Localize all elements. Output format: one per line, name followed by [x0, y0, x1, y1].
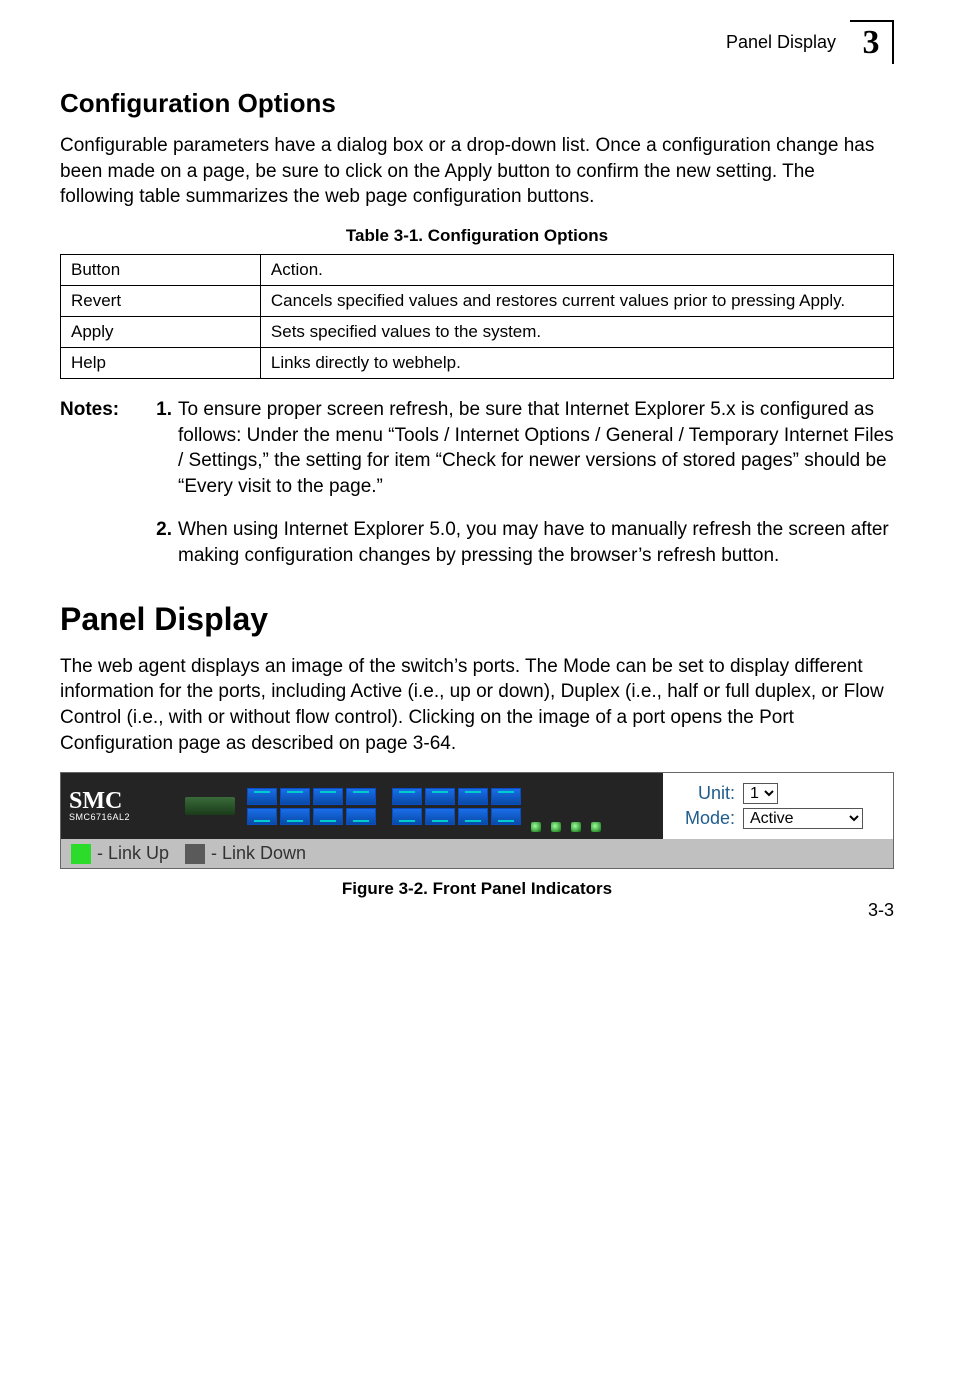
link-down-swatch-icon: [185, 844, 205, 864]
table-cell: Help: [61, 347, 261, 378]
legend-link-down: - Link Down: [185, 843, 306, 864]
port-area: [243, 773, 663, 839]
smc-logo: SMC: [69, 791, 181, 813]
configuration-options-heading: Configuration Options: [60, 88, 894, 119]
table-cell: Action.: [260, 254, 893, 285]
table-cell: Cancels specified values and restores cu…: [260, 285, 893, 316]
port-icon[interactable]: [458, 788, 488, 805]
notes-block: Notes: 1. To ensure proper screen refres…: [60, 397, 894, 569]
table-row: Apply Sets specified values to the syste…: [61, 316, 894, 347]
chapter-number-icon: 3: [850, 20, 894, 64]
notes-text: When using Internet Explorer 5.0, you ma…: [178, 517, 894, 568]
mode-row: Mode: Active: [679, 808, 885, 829]
table-cell: Links directly to webhelp.: [260, 347, 893, 378]
page-header: Panel Display 3: [60, 20, 894, 64]
port-icon[interactable]: [247, 808, 277, 825]
figure-caption: Figure 3-2. Front Panel Indicators: [60, 879, 894, 899]
notes-label: Notes:: [60, 397, 138, 500]
port-icon[interactable]: [313, 788, 343, 805]
port-icon[interactable]: [425, 808, 455, 825]
port-icon[interactable]: [346, 788, 376, 805]
link-up-swatch-icon: [71, 844, 91, 864]
table-caption: Table 3-1. Configuration Options: [60, 226, 894, 246]
port-icon[interactable]: [458, 808, 488, 825]
port-icon[interactable]: [247, 788, 277, 805]
unit-row: Unit: 1: [679, 783, 885, 804]
legend-link-up: - Link Up: [71, 843, 169, 864]
unit-select[interactable]: 1: [743, 783, 778, 804]
legend-link-up-label: - Link Up: [97, 843, 169, 864]
table-row: Help Links directly to webhelp.: [61, 347, 894, 378]
smc-model-label: SMC6716AL2: [69, 812, 181, 822]
table-cell: Sets specified values to the system.: [260, 316, 893, 347]
configuration-options-intro: Configurable parameters have a dialog bo…: [60, 133, 894, 210]
status-led-icon: [571, 822, 581, 832]
table-row: Button Action.: [61, 254, 894, 285]
table-cell: Apply: [61, 316, 261, 347]
port-icon[interactable]: [392, 788, 422, 805]
port-icon[interactable]: [425, 788, 455, 805]
table-cell: Button: [61, 254, 261, 285]
table-row: Revert Cancels specified values and rest…: [61, 285, 894, 316]
notes-text: To ensure proper screen refresh, be sure…: [178, 397, 894, 500]
table-cell: Revert: [61, 285, 261, 316]
port-group: [247, 788, 376, 825]
unit-label: Unit:: [679, 783, 735, 804]
notes-number: 2.: [144, 517, 172, 568]
status-led-icon: [591, 822, 601, 832]
port-icon[interactable]: [491, 808, 521, 825]
legend-link-down-label: - Link Down: [211, 843, 306, 864]
front-panel-graphic: SMC SMC6716AL2: [60, 772, 894, 869]
mode-label: Mode:: [679, 808, 735, 829]
port-group: [392, 788, 521, 825]
header-label: Panel Display: [726, 32, 836, 53]
port-icon[interactable]: [280, 788, 310, 805]
status-led-icon: [531, 822, 541, 832]
port-icon[interactable]: [392, 808, 422, 825]
notes-number: 1.: [144, 397, 172, 500]
expansion-slot-icon: [185, 797, 235, 815]
panel-legend: - Link Up - Link Down: [61, 839, 893, 868]
status-led-strip: [531, 822, 601, 832]
page-number: 3-3: [868, 900, 894, 921]
panel-controls: Unit: 1 Mode: Active: [663, 773, 893, 839]
port-icon[interactable]: [280, 808, 310, 825]
port-icon[interactable]: [491, 788, 521, 805]
panel-logo-area: SMC SMC6716AL2: [61, 773, 181, 839]
panel-display-heading: Panel Display: [60, 601, 894, 638]
panel-body: SMC SMC6716AL2: [61, 773, 893, 839]
panel-display-body: The web agent displays an image of the s…: [60, 654, 894, 757]
mode-select[interactable]: Active: [743, 808, 863, 829]
port-icon[interactable]: [346, 808, 376, 825]
status-led-icon: [551, 822, 561, 832]
port-icon[interactable]: [313, 808, 343, 825]
configuration-options-table: Button Action. Revert Cancels specified …: [60, 254, 894, 379]
